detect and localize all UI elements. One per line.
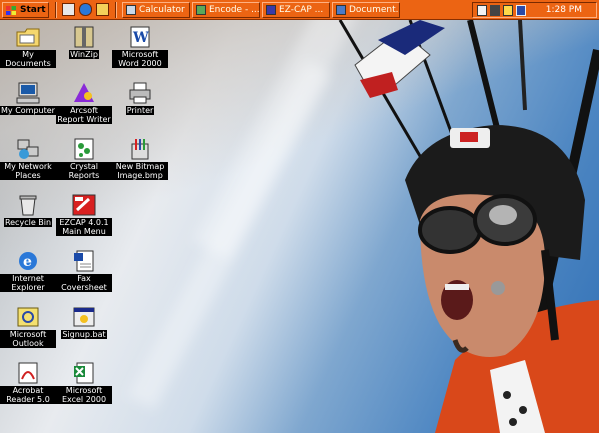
task-calculator[interactable]: Calculator	[122, 2, 190, 18]
icon-label: Recycle Bin	[3, 218, 53, 227]
word-document-icon	[72, 250, 96, 272]
desktop-icon-new-bitmap-image[interactable]: New Bitmap Image.bmp	[112, 138, 168, 181]
task-label: Document...	[349, 5, 400, 15]
folder-icon	[16, 26, 40, 48]
icon-label: WinZip	[69, 50, 99, 59]
taskbar: Start Calculator Encode - ... EZ-CAP ...…	[0, 0, 599, 20]
desktop-icon-my-network-places[interactable]: My Network Places	[0, 138, 56, 181]
volume-icon[interactable]	[477, 5, 487, 16]
icon-label: My Documents	[0, 50, 56, 68]
icon-label: Microsoft Word 2000	[112, 50, 168, 68]
icon-label: Microsoft Outlook	[0, 330, 56, 348]
desktop-icon-printer[interactable]: Printer	[112, 82, 168, 116]
taskbar-separator	[55, 2, 57, 18]
svg-text:e: e	[23, 254, 32, 270]
icon-label: Acrobat Reader 5.0	[0, 386, 56, 404]
calculator-icon	[126, 5, 136, 15]
task-ezcap[interactable]: EZ-CAP ...	[262, 2, 330, 18]
icon-label: My Computer	[0, 106, 56, 115]
excel-icon	[72, 362, 96, 384]
ezcap-icon	[266, 5, 276, 15]
desktop-icon-my-documents[interactable]: My Documents	[0, 26, 56, 69]
encode-icon	[196, 5, 206, 15]
desktop-icon-ezcap-main-menu[interactable]: EZCAP 4.0.1 Main Menu	[56, 194, 112, 237]
windows-logo-icon	[6, 6, 16, 15]
monitor-icon[interactable]	[516, 5, 526, 16]
desktop-icon-crystal-reports[interactable]: Crystal Reports	[56, 138, 112, 181]
icon-label: Printer	[125, 106, 155, 115]
task-label: Encode - ...	[209, 5, 260, 15]
skydiver-photo	[405, 125, 599, 433]
icon-label: Fax Coversheet	[56, 274, 112, 292]
paint-icon	[128, 138, 152, 160]
desktop-icon-fax-coversheet[interactable]: Fax Coversheet	[56, 250, 112, 293]
word-icon: W	[128, 26, 152, 48]
task-label: EZ-CAP ...	[279, 5, 324, 15]
system-tray: 1:28 PM	[472, 2, 597, 18]
desktop-icon-recycle-bin[interactable]: Recycle Bin	[0, 194, 56, 228]
winzip-icon	[72, 26, 96, 48]
desktop-icon-microsoft-word[interactable]: W Microsoft Word 2000	[112, 26, 168, 69]
icon-label: Microsoft Excel 2000	[56, 386, 112, 404]
icon-label: New Bitmap Image.bmp	[112, 162, 168, 180]
icon-label: Internet Explorer	[0, 274, 56, 292]
outlook-icon[interactable]	[96, 3, 109, 16]
batch-file-icon	[72, 306, 96, 328]
task-scheduler-icon[interactable]	[503, 5, 513, 16]
task-label: Calculator	[139, 5, 185, 15]
desktop-icon-microsoft-excel[interactable]: Microsoft Excel 2000	[56, 362, 112, 405]
task-encode[interactable]: Encode - ...	[192, 2, 260, 18]
desktop-icon-internet-explorer[interactable]: e Internet Explorer	[0, 250, 56, 293]
desktop-icon-winzip[interactable]: WinZip	[56, 26, 112, 60]
desktop-icon-acrobat-reader[interactable]: Acrobat Reader 5.0	[0, 362, 56, 405]
desktop-icon-signup-bat[interactable]: Signup.bat	[56, 306, 112, 340]
report-writer-icon	[72, 82, 96, 104]
icon-label: My Network Places	[0, 162, 56, 180]
svg-text:W: W	[132, 30, 149, 46]
start-label: Start	[20, 5, 46, 15]
printer-icon	[128, 82, 152, 104]
show-desktop-icon[interactable]	[62, 3, 75, 16]
network-icon[interactable]	[490, 5, 500, 16]
outlook-icon	[16, 306, 40, 328]
icon-label: Crystal Reports	[56, 162, 112, 180]
recycle-bin-icon	[16, 194, 40, 216]
task-document[interactable]: Document...	[332, 2, 400, 18]
icon-label: Signup.bat	[61, 330, 107, 339]
start-button[interactable]: Start	[2, 2, 49, 18]
crystal-reports-icon	[72, 138, 96, 160]
icon-label: EZCAP 4.0.1 Main Menu	[56, 218, 112, 236]
icon-label: Arcsoft Report Writer	[56, 106, 112, 124]
ezcap-icon	[72, 194, 96, 216]
ie-icon[interactable]	[79, 3, 92, 16]
network-places-icon	[16, 138, 40, 160]
internet-explorer-icon: e	[16, 250, 40, 272]
computer-icon	[16, 82, 40, 104]
desktop-icon-my-computer[interactable]: My Computer	[0, 82, 56, 116]
clock[interactable]: 1:28 PM	[546, 5, 582, 15]
acrobat-icon	[16, 362, 40, 384]
desktop-icon-arcsoft-report-writer[interactable]: Arcsoft Report Writer	[56, 82, 112, 125]
desktop-icon-microsoft-outlook[interactable]: Microsoft Outlook	[0, 306, 56, 349]
taskbar-separator	[115, 2, 117, 18]
document-icon	[336, 5, 346, 15]
